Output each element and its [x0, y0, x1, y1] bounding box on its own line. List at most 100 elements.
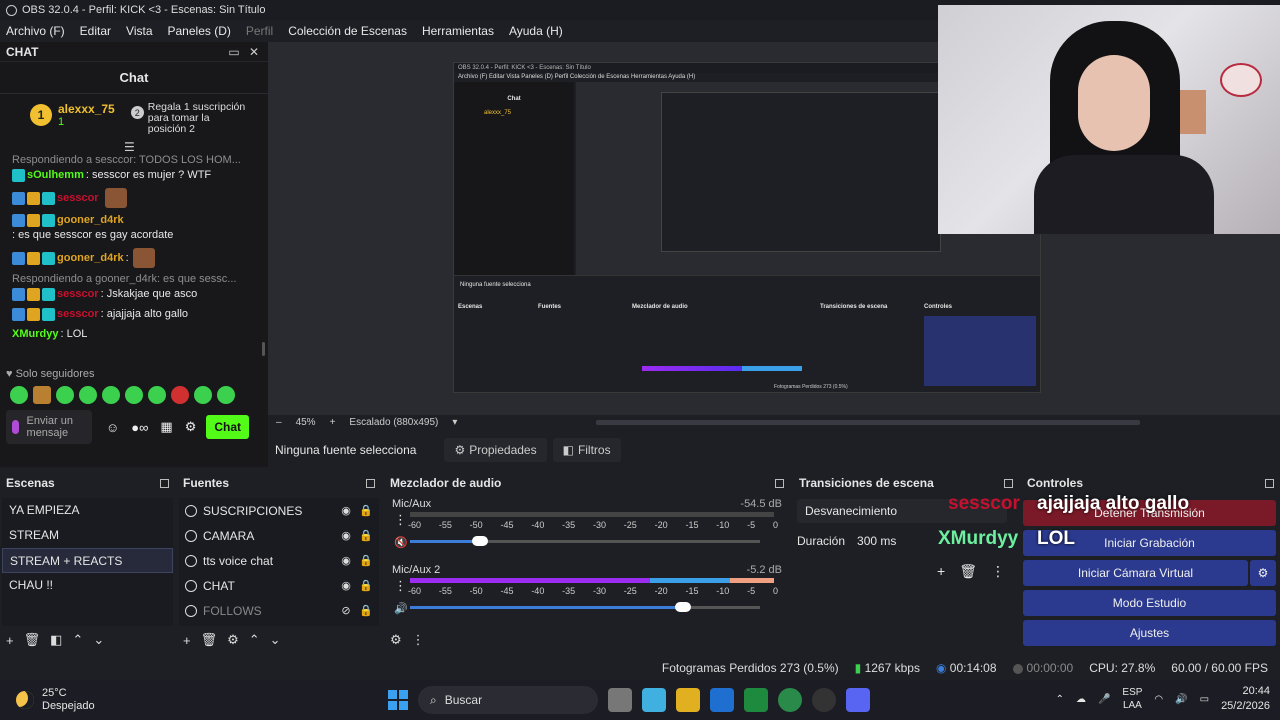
minus-icon[interactable]: –: [276, 417, 282, 428]
trash-icon[interactable]: 🗑: [201, 632, 218, 648]
eye-icon[interactable]: ◉: [339, 579, 353, 592]
preview-scrollbar[interactable]: [596, 420, 1140, 425]
float-icon[interactable]: [366, 478, 375, 488]
virtual-camera-button[interactable]: Iniciar Cámara Virtual: [1023, 560, 1248, 586]
lock-icon[interactable]: 🔒: [359, 504, 373, 517]
volume-icon[interactable]: 🔊: [394, 602, 408, 615]
wifi-icon[interactable]: ◠: [1154, 694, 1163, 705]
emote-icon[interactable]: [33, 386, 51, 404]
excel-icon[interactable]: [744, 688, 768, 712]
float-icon[interactable]: [160, 478, 169, 488]
emote-icon[interactable]: [102, 386, 120, 404]
add-icon[interactable]: +: [183, 633, 191, 648]
source-item[interactable]: FOLLOWS ⊘ 🔒: [179, 598, 379, 623]
more-icon[interactable]: ⋮: [394, 512, 407, 528]
trash-icon[interactable]: 🗑: [959, 563, 977, 580]
studio-mode-button[interactable]: Modo Estudio: [1023, 590, 1276, 616]
volume-knob[interactable]: [675, 602, 691, 612]
menu-herramientas[interactable]: Herramientas: [422, 24, 494, 38]
scene-item[interactable]: CHAU !!: [2, 573, 173, 598]
virtual-camera-settings-button[interactable]: ⚙: [1250, 560, 1276, 586]
source-item[interactable]: SUSCRIPCIONES ◉ 🔒: [179, 498, 379, 523]
eye-hidden-icon[interactable]: ⊘: [339, 604, 353, 617]
down-icon[interactable]: ⌄: [93, 632, 104, 648]
emote-icon[interactable]: [10, 386, 28, 404]
up-icon[interactable]: ⌃: [249, 632, 260, 648]
menu-ayuda[interactable]: Ayuda (H): [509, 24, 563, 38]
close-icon[interactable]: ✕: [246, 45, 262, 59]
scaling-label[interactable]: Escalado (880x495): [349, 417, 438, 428]
chat-username[interactable]: sOulhemm: [27, 168, 84, 183]
more-icon[interactable]: ⋮: [991, 563, 1005, 580]
chat-username[interactable]: XMurdyy: [12, 327, 58, 342]
file-explorer-icon[interactable]: [676, 688, 700, 712]
emote-icon[interactable]: [171, 386, 189, 404]
source-item[interactable]: CAMARA ◉ 🔒: [179, 523, 379, 548]
properties-button[interactable]: ⚙ Propiedades: [444, 438, 547, 462]
plus-icon[interactable]: +: [330, 417, 336, 428]
menu-paneles[interactable]: Paneles (D): [168, 24, 231, 38]
chat-input[interactable]: Enviar un mensaje: [6, 410, 92, 444]
duration-field[interactable]: 300 ms: [857, 534, 896, 548]
windows-start-icon[interactable]: [388, 690, 408, 710]
copilot-icon[interactable]: [642, 688, 666, 712]
volume-icon[interactable]: 🔊: [1175, 694, 1187, 705]
emote-icon[interactable]: [217, 386, 235, 404]
mic-tray-icon[interactable]: 🎤: [1098, 694, 1110, 705]
users-icon[interactable]: ●∞: [131, 420, 148, 435]
scene-item[interactable]: STREAM + REACTS: [2, 548, 173, 573]
settings-button[interactable]: Ajustes: [1023, 620, 1276, 646]
float-icon[interactable]: [775, 478, 784, 488]
volume-slider[interactable]: [410, 602, 760, 612]
lock-icon[interactable]: 🔒: [359, 554, 373, 567]
menu-vista[interactable]: Vista: [126, 24, 152, 38]
source-item[interactable]: tts voice chat ◉ 🔒: [179, 548, 379, 573]
chat-username[interactable]: gooner_d4rk: [57, 251, 124, 266]
pinned-username[interactable]: alexxx_75: [58, 102, 115, 116]
volume-slider[interactable]: [410, 536, 760, 546]
emote-icon[interactable]: [194, 386, 212, 404]
clock[interactable]: 20:44 25/2/2026: [1221, 684, 1270, 714]
float-icon[interactable]: [1265, 478, 1274, 488]
lang-layout[interactable]: LAA: [1122, 699, 1142, 712]
float-icon[interactable]: ▭: [226, 45, 242, 59]
menu-perfil[interactable]: Perfil: [246, 24, 273, 38]
scene-item[interactable]: STREAM: [2, 523, 173, 548]
chat-scrollbar[interactable]: [262, 342, 265, 356]
filters-button[interactable]: ◧ Filtros: [552, 438, 621, 462]
lang-code[interactable]: ESP: [1122, 686, 1142, 699]
volume-knob[interactable]: [472, 536, 488, 546]
gear-icon[interactable]: ⚙: [227, 632, 239, 648]
chat-username[interactable]: sesscor: [57, 307, 99, 322]
add-icon[interactable]: +: [937, 563, 945, 579]
chrome-icon[interactable]: [778, 688, 802, 712]
lock-icon[interactable]: 🔒: [359, 529, 373, 542]
discord-icon[interactable]: [846, 688, 870, 712]
menu-coleccion[interactable]: Colección de Escenas: [288, 24, 407, 38]
emoji-icon[interactable]: ☺: [106, 420, 119, 435]
emote-icon[interactable]: [56, 386, 74, 404]
store-icon[interactable]: ▦: [160, 419, 172, 435]
more-icon[interactable]: ⋮: [394, 578, 407, 594]
eye-icon[interactable]: ◉: [339, 529, 353, 542]
menu-archivo[interactable]: Archivo (F): [6, 24, 65, 38]
chevron-down-icon[interactable]: ▾: [452, 417, 457, 428]
more-icon[interactable]: ⋮: [412, 632, 425, 648]
down-icon[interactable]: ⌄: [270, 632, 281, 648]
add-icon[interactable]: +: [6, 633, 14, 648]
task-view-icon[interactable]: [608, 688, 632, 712]
filter-icon[interactable]: ◧: [50, 632, 62, 648]
weather-widget[interactable]: 25°C Despejado: [16, 687, 95, 713]
emote-icon[interactable]: [148, 386, 166, 404]
word-icon[interactable]: [710, 688, 734, 712]
reply-context[interactable]: Respondiendo a gooner_d4rk: es que sessc…: [12, 273, 256, 285]
gear-icon[interactable]: ⚙: [390, 632, 402, 648]
chat-username[interactable]: sesscor: [57, 287, 99, 302]
eye-icon[interactable]: ◉: [339, 504, 353, 517]
tray-chevron-icon[interactable]: ⌃: [1056, 694, 1064, 705]
gear-icon[interactable]: ⚙: [185, 419, 197, 435]
emote-icon[interactable]: [79, 386, 97, 404]
source-item[interactable]: CHAT ◉ 🔒: [179, 573, 379, 598]
mic-icon[interactable]: [12, 420, 19, 434]
trash-icon[interactable]: 🗑: [24, 632, 41, 648]
